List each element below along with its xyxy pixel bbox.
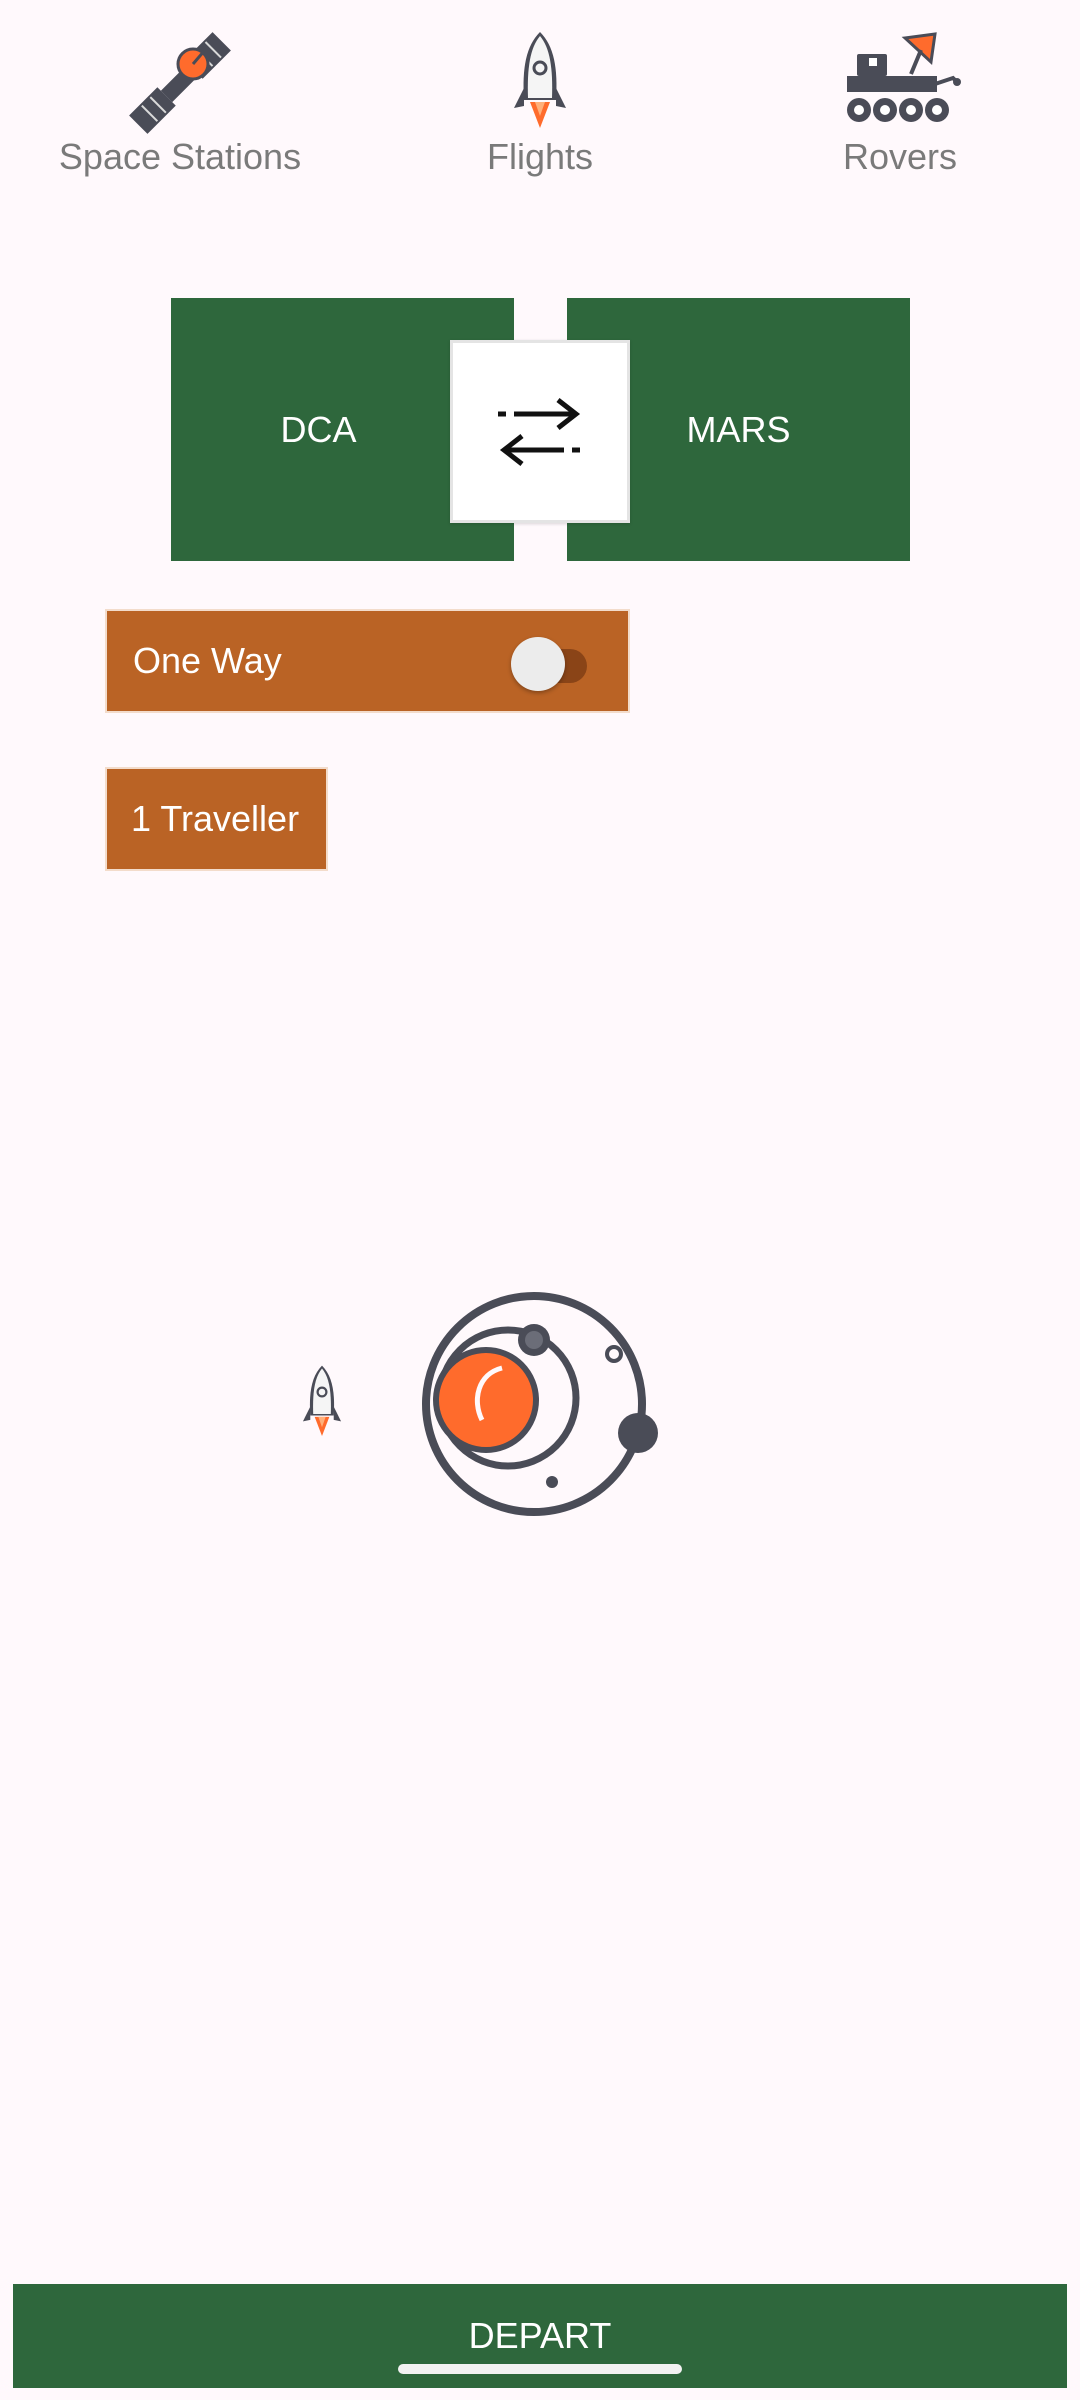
origin-label: DCA [280,408,357,450]
destination-label: MARS [686,408,791,450]
rocket-icon [300,1362,344,1444]
home-indicator [398,2364,682,2374]
app-screen: Space Stations Flights Rovers DCA MARS O… [0,0,1080,2400]
nav-label-flights: Flights [486,136,594,177]
nav-flights[interactable]: Flights [360,0,720,190]
satellite-icon [0,28,360,138]
one-way-label: One Way [133,640,282,681]
one-way-toggle-row[interactable]: One Way [105,609,630,713]
nav-label-space-stations: Space Stations [58,136,302,177]
nav-label-rovers: Rovers [842,136,958,177]
nav-space-stations[interactable]: Space Stations [0,0,360,190]
swap-route-button[interactable] [450,340,630,523]
rocket-icon [360,28,720,138]
top-nav: Space Stations Flights Rovers [0,0,1080,190]
travellers-button[interactable]: 1 Traveller [105,767,328,871]
nav-rovers[interactable]: Rovers [720,0,1080,190]
swap-arrows-icon [498,397,581,466]
one-way-switch-thumb[interactable] [511,637,565,691]
rover-icon [720,28,1080,138]
planet-orbit-icon [418,1288,664,1520]
